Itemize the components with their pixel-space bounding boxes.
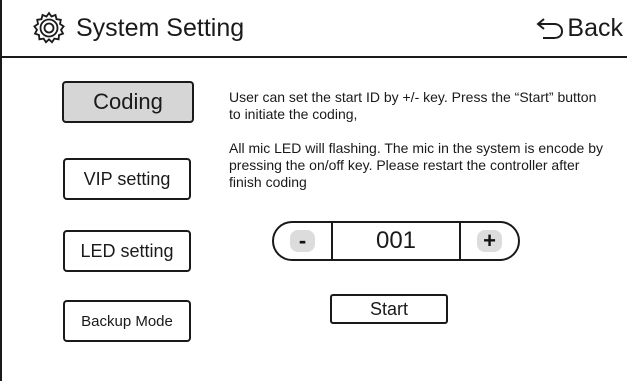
vip-setting-label: VIP setting (83, 168, 171, 189)
back-arrow-icon (536, 18, 564, 39)
start-id-value: 001 (375, 227, 417, 254)
backup-mode-label: Backup Mode (81, 312, 173, 330)
header-bar: System Setting Back (2, 0, 627, 55)
header-divider (2, 56, 627, 58)
backup-mode-button[interactable]: Backup Mode (63, 300, 191, 342)
increment-button[interactable]: + (459, 223, 518, 259)
back-button[interactable]: Back (535, 13, 623, 43)
gear-icon (33, 11, 65, 44)
coding-instructions: User can set the start ID by +/- key. Pr… (229, 89, 597, 122)
start-id-stepper: - 001 + (272, 221, 520, 261)
minus-icon: - (290, 230, 315, 252)
decrement-button[interactable]: - (274, 223, 333, 259)
coding-button[interactable]: Coding (62, 81, 194, 123)
vip-setting-button[interactable]: VIP setting (63, 158, 191, 200)
coding-label: Coding (93, 89, 163, 114)
back-label: Back (567, 14, 623, 42)
led-setting-label: LED setting (80, 240, 174, 261)
coding-note: All mic LED will flashing. The mic in th… (229, 140, 603, 190)
start-button[interactable]: Start (330, 294, 448, 324)
led-setting-button[interactable]: LED setting (63, 230, 191, 272)
page-title: System Setting (76, 14, 245, 42)
plus-icon: + (477, 230, 502, 252)
start-label: Start (369, 298, 408, 319)
